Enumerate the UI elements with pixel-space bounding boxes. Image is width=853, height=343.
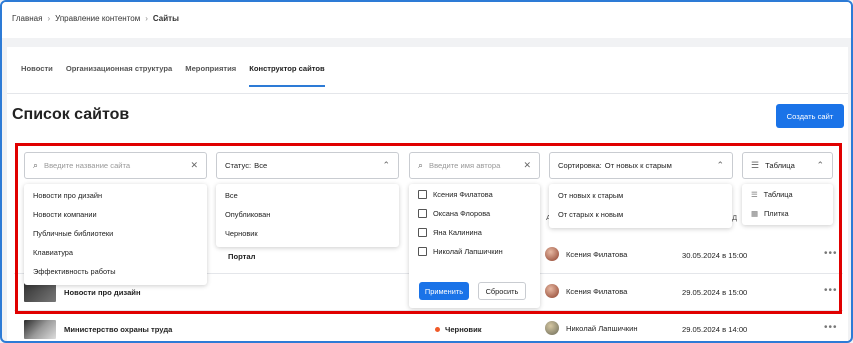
author-name: Николай Лапшичкин — [566, 323, 638, 333]
row-site-name[interactable]: Министерство охраны труда — [64, 325, 172, 334]
status-label: Черновик — [445, 325, 482, 334]
window: Главная › Управление контентом › Сайты Н… — [0, 0, 853, 343]
table-row[interactable]: Министерство охраны труда Черновик Никол… — [14, 312, 843, 341]
tab-site-builder[interactable]: Конструктор сайтов — [249, 64, 325, 87]
chevron-right-icon: › — [145, 14, 148, 23]
breadcrumb-current: Сайты — [152, 14, 179, 23]
draft-status-dot — [435, 327, 440, 332]
create-site-button[interactable]: Создать сайт — [776, 104, 844, 128]
tab-news[interactable]: Новости — [21, 64, 53, 87]
chevron-right-icon: › — [47, 14, 51, 23]
site-thumbnail — [24, 320, 56, 339]
breadcrumb-home[interactable]: Главная — [12, 14, 42, 23]
top-bar: Главная › Управление контентом › Сайты — [2, 2, 851, 38]
tab-divider — [7, 93, 848, 94]
row-status: Черновик — [435, 325, 482, 334]
highlight-box — [15, 143, 842, 314]
more-options-icon[interactable]: ••• — [824, 322, 838, 333]
tab-bar: Новости Организационная структура Меропр… — [21, 64, 325, 87]
breadcrumb-content[interactable]: Управление контентом — [55, 14, 140, 23]
breadcrumb: Главная › Управление контентом › Сайты — [12, 14, 179, 23]
row-date: 29.05.2024 в 14:00 — [682, 325, 748, 334]
avatar — [545, 321, 559, 335]
tab-events[interactable]: Мероприятия — [185, 64, 236, 87]
page-title: Список сайтов — [12, 106, 130, 123]
row-author: Николай Лапшичкин — [545, 321, 638, 335]
tab-org-structure[interactable]: Организационная структура — [66, 64, 172, 87]
